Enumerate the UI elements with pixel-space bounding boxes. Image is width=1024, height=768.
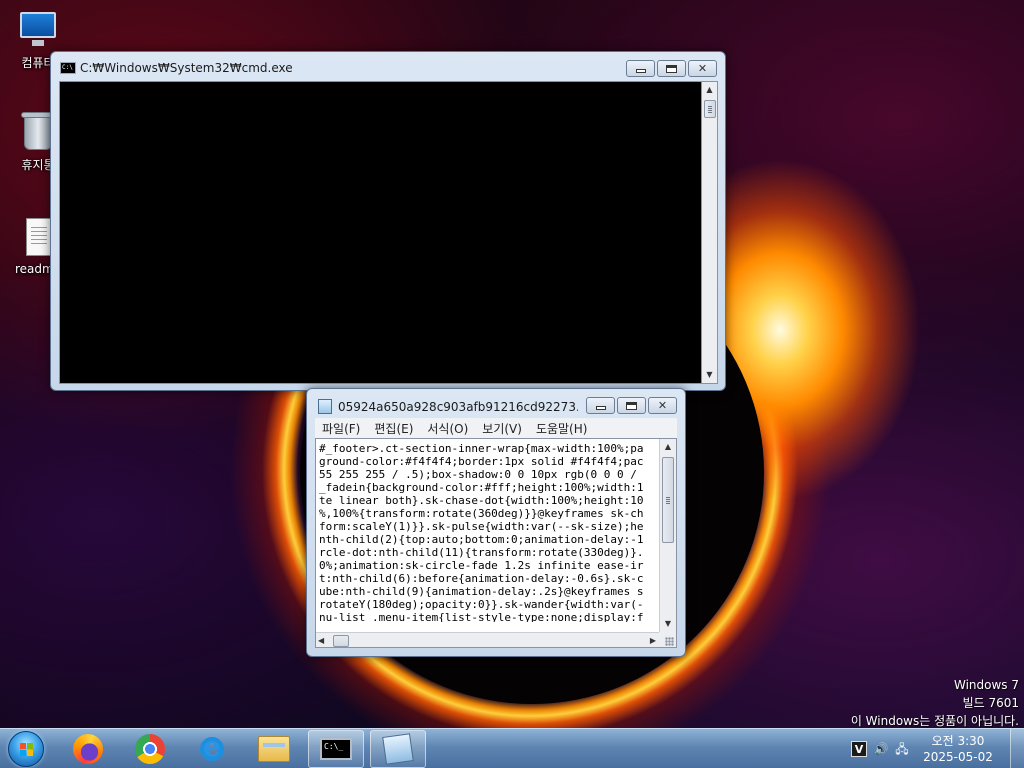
cmd-window[interactable]: C:\ C:₩Windows₩System32₩cmd.exe ✕ ▲ ▼ bbox=[50, 51, 726, 391]
notepad-vertical-scrollbar[interactable]: ▲ ▼ bbox=[659, 439, 676, 632]
menu-edit[interactable]: 편집(E) bbox=[367, 418, 420, 438]
scroll-down-arrow-icon[interactable]: ▼ bbox=[702, 367, 717, 383]
watermark-os-name: Windows 7 bbox=[953, 678, 1019, 692]
internet-explorer-icon bbox=[197, 730, 227, 764]
menu-file[interactable]: 파일(F) bbox=[315, 418, 367, 438]
notepad-text-line: ground-color:#f4f4f4;border:1px solid #f… bbox=[319, 455, 644, 468]
minimize-icon bbox=[595, 406, 606, 410]
cmd-console[interactable] bbox=[59, 81, 709, 384]
notepad-text-line: te linear both}.sk-chase-dot{width:100%;… bbox=[319, 494, 644, 507]
chrome-icon bbox=[135, 734, 165, 764]
notepad-icon bbox=[318, 399, 332, 414]
notepad-window[interactable]: 05924a650a928c903afb91216cd92273.cs... ✕… bbox=[306, 388, 686, 657]
notepad-editor[interactable]: #_footer>.ct-section-inner-wrap{max-widt… bbox=[315, 438, 677, 648]
cmd-titlebar[interactable]: C:\ C:₩Windows₩System32₩cmd.exe ✕ bbox=[51, 52, 725, 80]
minimize-icon bbox=[635, 69, 646, 73]
notepad-text-line: _fadein{background-color:#fff;height:100… bbox=[319, 481, 644, 494]
taskbar-clock[interactable]: 오전 3:30 2025-05-02 bbox=[922, 733, 994, 765]
network-icon[interactable]: 🖧 bbox=[894, 741, 910, 757]
taskbar-notepad[interactable] bbox=[370, 730, 426, 768]
notepad-text-line: 55 255 255 / .5);box-shadow:0 0 10px rgb… bbox=[319, 468, 637, 481]
taskbar: C:\_ V 🔊 🖧 오전 3:30 2025-05-02 bbox=[0, 728, 1024, 768]
maximize-button[interactable] bbox=[617, 397, 646, 414]
notepad-text-line: rotateY(180deg);opacity:0}}.sk-wander{wi… bbox=[319, 598, 644, 611]
computer-icon bbox=[18, 10, 58, 50]
taskbar-internet-explorer[interactable] bbox=[184, 730, 240, 768]
scroll-down-arrow-icon[interactable]: ▼ bbox=[660, 616, 676, 632]
notepad-titlebar[interactable]: 05924a650a928c903afb91216cd92273.cs... ✕ bbox=[307, 389, 685, 417]
close-button[interactable]: ✕ bbox=[688, 60, 717, 77]
close-icon: ✕ bbox=[697, 62, 708, 75]
notepad-text-line: nth-child(2){top:auto;bottom:0;animation… bbox=[319, 533, 644, 546]
notepad-menubar: 파일(F) 편집(E) 서식(O) 보기(V) 도움말(H) bbox=[315, 418, 677, 438]
notepad-text-line: #_footer>.ct-section-inner-wrap{max-widt… bbox=[319, 442, 644, 455]
maximize-icon bbox=[666, 64, 677, 73]
scroll-left-arrow-icon[interactable]: ◀ bbox=[318, 633, 324, 647]
minimize-button[interactable] bbox=[586, 397, 615, 414]
maximize-button[interactable] bbox=[657, 60, 686, 77]
resize-grip[interactable] bbox=[659, 632, 676, 647]
notepad-text-line: ube:nth-child(9){animation-delay:.2s}@ke… bbox=[319, 585, 644, 598]
taskbar-chrome[interactable] bbox=[122, 730, 178, 768]
cmd-window-title: C:₩Windows₩System32₩cmd.exe bbox=[80, 61, 293, 75]
volume-icon[interactable]: 🔊 bbox=[873, 741, 889, 757]
notepad-text-line: 0%;animation:sk-circle-fade 1.2s infinit… bbox=[319, 559, 644, 572]
close-icon: ✕ bbox=[657, 399, 668, 412]
notepad-text-line: form:scaleY(1)}}.sk-pulse{width:var(--sk… bbox=[319, 520, 644, 533]
firefox-icon bbox=[73, 734, 103, 764]
notepad-text-content[interactable]: #_footer>.ct-section-inner-wrap{max-widt… bbox=[319, 442, 659, 622]
taskbar-cmd[interactable]: C:\_ bbox=[308, 730, 364, 768]
notepad-text-line: %,100%{transform:rotate(360deg)}}@keyfra… bbox=[319, 507, 644, 520]
system-tray: V 🔊 🖧 오전 3:30 2025-05-02 bbox=[840, 729, 1024, 768]
cmd-vertical-scrollbar[interactable]: ▲ ▼ bbox=[701, 81, 718, 384]
taskbar-file-explorer[interactable] bbox=[246, 730, 302, 768]
notepad-icon bbox=[382, 733, 414, 765]
cmd-icon: C:\_ bbox=[320, 738, 352, 760]
scrollbar-thumb[interactable] bbox=[333, 635, 349, 647]
ime-indicator-icon[interactable]: V bbox=[851, 741, 867, 757]
menu-format[interactable]: 서식(O) bbox=[420, 418, 475, 438]
notepad-text-line: t:nth-child(6):before{animation-delay:-0… bbox=[319, 572, 644, 585]
notepad-horizontal-scrollbar[interactable]: ◀ ▶ bbox=[316, 632, 659, 647]
windows-logo-icon bbox=[20, 743, 34, 757]
clock-time: 오전 3:30 bbox=[931, 734, 985, 748]
minimize-button[interactable] bbox=[626, 60, 655, 77]
scroll-up-arrow-icon[interactable]: ▲ bbox=[660, 439, 676, 455]
maximize-icon bbox=[626, 401, 637, 410]
taskbar-firefox[interactable] bbox=[60, 730, 116, 768]
scrollbar-thumb[interactable] bbox=[662, 457, 674, 543]
menu-view[interactable]: 보기(V) bbox=[475, 418, 529, 438]
clock-date: 2025-05-02 bbox=[923, 750, 993, 764]
start-button[interactable] bbox=[8, 731, 44, 767]
notepad-text-line: nu-list .menu-item{list-style-type:none;… bbox=[319, 611, 644, 622]
close-button[interactable]: ✕ bbox=[648, 397, 677, 414]
cmd-icon: C:\ bbox=[60, 62, 76, 74]
scrollbar-thumb[interactable] bbox=[704, 100, 716, 118]
watermark-build: 빌드 7601 bbox=[962, 696, 1019, 710]
notepad-text-line: rcle-dot:nth-child(11){transform:rotate(… bbox=[319, 546, 644, 559]
scroll-right-arrow-icon[interactable]: ▶ bbox=[650, 633, 656, 647]
file-explorer-icon bbox=[258, 736, 290, 762]
scroll-up-arrow-icon[interactable]: ▲ bbox=[702, 82, 717, 98]
windows-watermark: Windows 7 빌드 7601 이 Windows는 정품이 아닙니다. bbox=[851, 676, 1019, 730]
menu-help[interactable]: 도움말(H) bbox=[529, 418, 595, 438]
show-desktop-button[interactable] bbox=[1010, 729, 1024, 768]
notepad-window-title: 05924a650a928c903afb91216cd92273.cs... bbox=[338, 400, 578, 414]
